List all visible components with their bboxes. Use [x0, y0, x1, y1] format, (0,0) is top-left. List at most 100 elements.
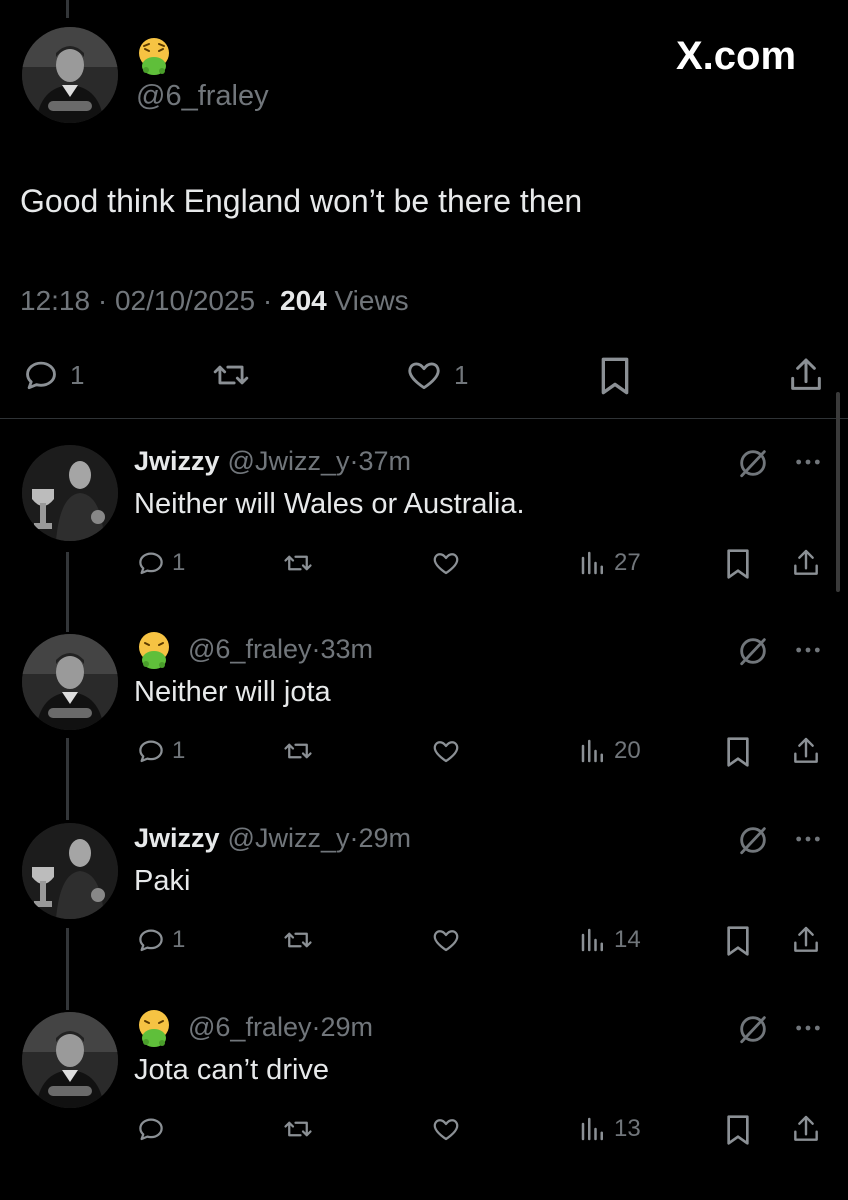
more-button[interactable] [792, 446, 824, 478]
main-bookmark-button[interactable] [598, 356, 632, 396]
share-button[interactable] [790, 923, 822, 957]
retweet-button[interactable] [280, 736, 316, 766]
views-count: 14 [614, 926, 641, 953]
grok-icon [740, 450, 766, 478]
more-icon [796, 1025, 820, 1031]
more-button[interactable] [792, 634, 824, 666]
avatar-6-fraley[interactable] [22, 1012, 118, 1108]
main-reply-button[interactable]: 1 [22, 356, 84, 394]
share-icon [794, 549, 818, 575]
thread-line-top [66, 0, 69, 18]
grok-button[interactable] [736, 634, 770, 668]
share-button[interactable] [790, 546, 822, 580]
views-count: 13 [614, 1115, 641, 1142]
main-share-button[interactable] [786, 354, 826, 396]
main-tweet-meta: 12:18 · 02/10/2025 · 204 Views [20, 285, 409, 317]
share-button[interactable] [790, 734, 822, 768]
avatar-6-fraley[interactable] [22, 634, 118, 730]
avatar-jwizzy[interactable] [22, 823, 118, 919]
like-icon [433, 1119, 459, 1141]
retweet-icon [284, 555, 312, 571]
bookmark-button[interactable] [724, 548, 752, 580]
views-button[interactable]: 14 [578, 925, 641, 955]
grok-button[interactable] [736, 446, 770, 480]
main-handle[interactable]: @6_fraley [136, 80, 269, 113]
views-count: 204 [280, 285, 327, 316]
divider [0, 418, 848, 419]
separator: · [349, 446, 359, 476]
more-icon [796, 459, 820, 465]
views-icon [581, 739, 603, 763]
tweet-date[interactable]: 02/10/2025 [115, 285, 255, 316]
avatar-jwizzy[interactable] [22, 445, 118, 541]
views-button[interactable]: 13 [578, 1114, 641, 1144]
thread-line [66, 552, 69, 632]
reply-text: Paki [134, 865, 191, 897]
like-button[interactable] [430, 925, 462, 955]
bookmark-icon [727, 737, 749, 767]
like-button[interactable] [430, 1114, 462, 1144]
separator: · [311, 1012, 321, 1042]
tweet-time[interactable]: 12:18 [20, 285, 90, 316]
reply-button[interactable] [136, 1114, 172, 1144]
views-icon [581, 928, 603, 952]
main-retweet-button[interactable] [210, 356, 252, 394]
reply-count: 1 [172, 549, 186, 576]
reply-age[interactable]: 33m [320, 634, 373, 665]
share-icon [794, 1115, 818, 1141]
retweet-button[interactable] [280, 925, 316, 955]
meta-separator: · [262, 285, 273, 316]
reply-author-handle[interactable]: @Jwizz_y [228, 446, 350, 477]
retweet-button[interactable] [280, 1114, 316, 1144]
reply-author-name[interactable]: Jwizzy [134, 823, 220, 854]
like-icon [433, 930, 459, 952]
reply-button[interactable]: 1 [136, 736, 185, 766]
more-icon [796, 836, 820, 842]
more-icon [796, 647, 820, 653]
bookmark-button[interactable] [724, 925, 752, 957]
views-button[interactable]: 27 [578, 548, 641, 578]
bookmark-icon [727, 926, 749, 956]
bookmark-icon [727, 549, 749, 579]
reply-icon [139, 929, 163, 952]
bookmark-button[interactable] [724, 1114, 752, 1146]
avatar-6-fraley[interactable] [22, 27, 118, 123]
bookmark-icon [727, 1115, 749, 1145]
reply-author-handle[interactable]: @6_fraley [188, 1012, 311, 1043]
like-icon [433, 553, 459, 575]
reply-button[interactable]: 1 [136, 548, 185, 578]
retweet-icon [284, 743, 312, 759]
grok-button[interactable] [736, 1012, 770, 1046]
reply-age[interactable]: 29m [358, 823, 411, 854]
more-button[interactable] [792, 823, 824, 855]
retweet-button[interactable] [280, 548, 316, 578]
grok-icon [740, 1016, 766, 1044]
nauseated-face-emoji [136, 36, 172, 81]
meta-separator: · [97, 285, 108, 316]
separator: · [311, 634, 321, 664]
reply-author-handle[interactable]: @6_fraley [188, 634, 311, 665]
grok-icon [740, 638, 766, 666]
reply-author-name[interactable]: Jwizzy [134, 446, 220, 477]
separator: · [349, 823, 359, 853]
reply-age[interactable]: 37m [358, 446, 411, 477]
reply-icon [139, 740, 163, 763]
reply-author-handle[interactable]: @Jwizz_y [228, 823, 350, 854]
scrollbar[interactable] [836, 392, 840, 592]
like-button[interactable] [430, 548, 462, 578]
reply-text: Neither will jota [134, 676, 331, 708]
share-button[interactable] [790, 1112, 822, 1146]
reply-age[interactable]: 29m [320, 1012, 373, 1043]
bookmark-button[interactable] [724, 736, 752, 768]
bookmark-icon [601, 357, 629, 395]
main-reply-count: 1 [70, 359, 85, 390]
retweet-icon [284, 1121, 312, 1137]
thread-line [66, 738, 69, 820]
more-button[interactable] [792, 1012, 824, 1044]
reply-text: Jota can’t drive [134, 1054, 330, 1086]
views-button[interactable]: 20 [578, 736, 641, 766]
reply-button[interactable]: 1 [136, 925, 185, 955]
like-button[interactable] [430, 736, 462, 766]
main-like-button[interactable]: 1 [404, 356, 468, 394]
grok-button[interactable] [736, 823, 770, 857]
